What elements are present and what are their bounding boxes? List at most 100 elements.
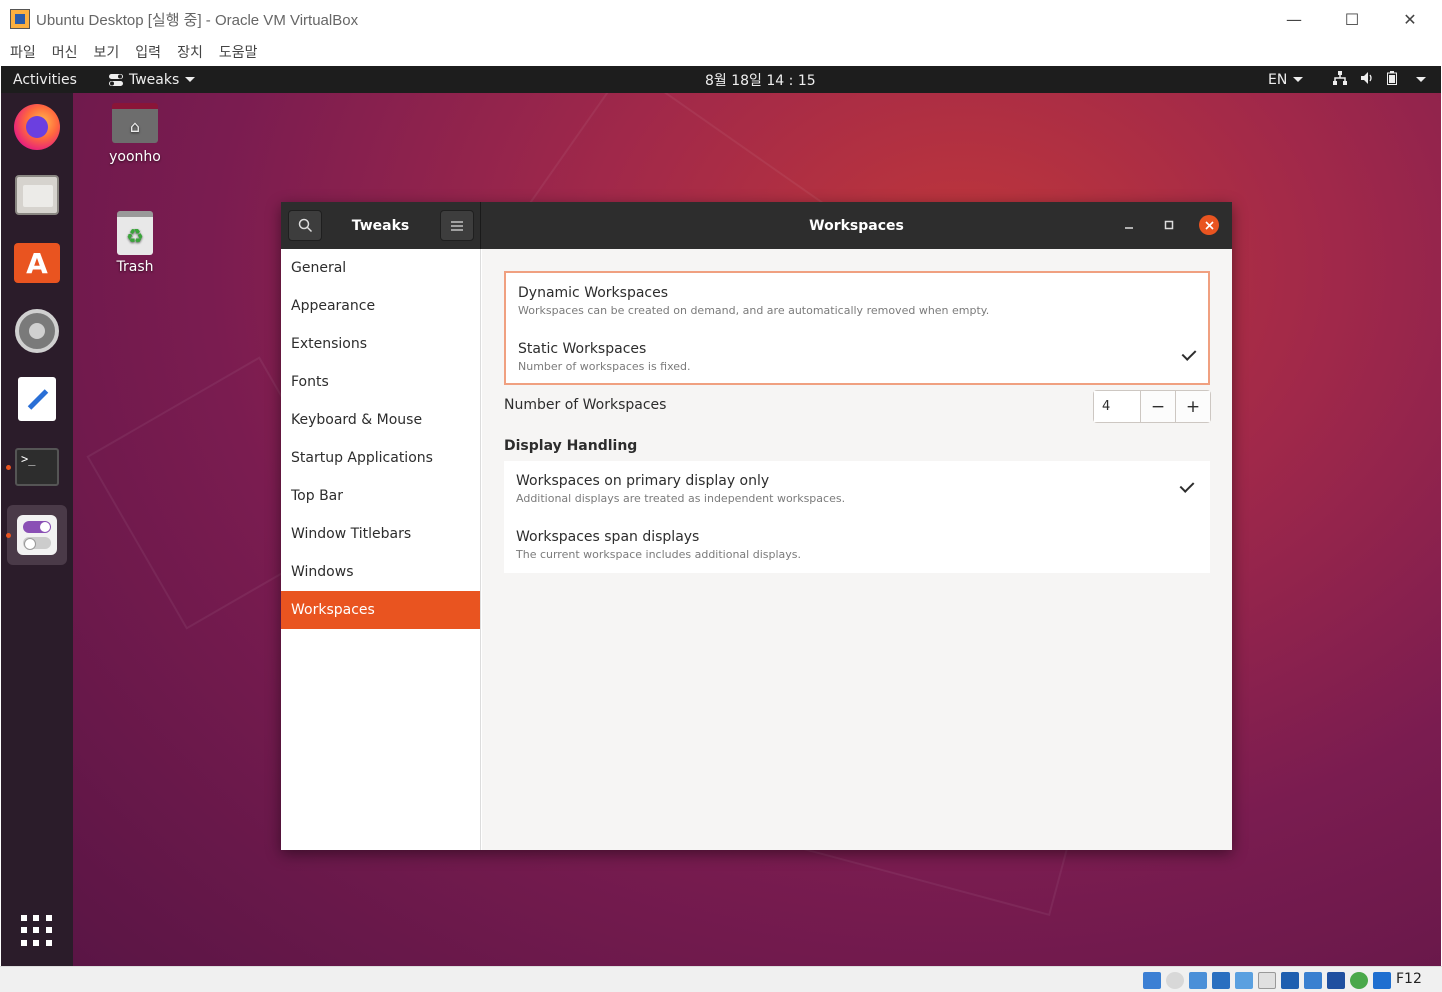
- hard-disk-icon[interactable]: [1143, 972, 1161, 989]
- vbox-menu-file[interactable]: 파일: [10, 42, 36, 62]
- number-of-workspaces-input[interactable]: [1094, 391, 1140, 422]
- dock-firefox[interactable]: [7, 97, 67, 157]
- usb-icon[interactable]: [1235, 972, 1253, 989]
- sidebar-item-workspaces[interactable]: Workspaces: [281, 591, 480, 629]
- vbox-menu-view[interactable]: 보기: [94, 42, 120, 62]
- desktop-icon-label: Trash: [116, 259, 154, 275]
- dock-terminal[interactable]: >_: [7, 437, 67, 497]
- option-title: Static Workspaces: [518, 341, 647, 357]
- vbox-menu-machine[interactable]: 머신: [52, 42, 78, 62]
- host-key-arrow-icon[interactable]: [1373, 972, 1391, 989]
- vbox-maximize-button[interactable]: ☐: [1323, 0, 1381, 38]
- option-static-workspaces[interactable]: Static Workspaces Number of workspaces i…: [518, 329, 1198, 385]
- decrement-button[interactable]: −: [1140, 391, 1175, 422]
- option-dynamic-workspaces[interactable]: Dynamic Workspaces Workspaces can be cre…: [518, 273, 1198, 329]
- window-minimize-button[interactable]: [1119, 215, 1139, 235]
- activities-button[interactable]: Activities: [13, 66, 77, 93]
- vbox-menu-input[interactable]: 입력: [135, 42, 161, 62]
- language-label: EN: [1268, 71, 1288, 88]
- sidebar-header: Tweaks: [281, 202, 481, 249]
- sidebar-item-windows[interactable]: Windows: [281, 553, 480, 591]
- close-icon: [1204, 220, 1214, 230]
- sidebar-item-startup-applications[interactable]: Startup Applications: [281, 439, 480, 477]
- running-indicator: [6, 465, 11, 470]
- vbox-close-button[interactable]: ✕: [1381, 0, 1439, 38]
- dock: A >_: [1, 93, 73, 966]
- sidebar-item-window-titlebars[interactable]: Window Titlebars: [281, 515, 480, 553]
- display-handling-list: Workspaces on primary display only Addit…: [504, 461, 1210, 573]
- search-button[interactable]: [288, 210, 322, 241]
- dock-settings[interactable]: [7, 301, 67, 361]
- software-store-icon: A: [14, 243, 60, 283]
- vbox-window-title: Ubuntu Desktop [실행 중] - Oracle VM Virtua…: [36, 11, 359, 29]
- tweaks-icon: [17, 515, 57, 555]
- display-icon[interactable]: [1281, 972, 1299, 989]
- sidebar-item-extensions[interactable]: Extensions: [281, 325, 480, 363]
- tweaks-window: Tweaks Workspaces General Appearance Ext…: [281, 202, 1232, 850]
- battery-icon: [1387, 70, 1397, 89]
- show-applications-button[interactable]: [21, 915, 53, 947]
- network-icon: [1333, 70, 1347, 89]
- optical-drive-icon[interactable]: [1166, 972, 1184, 989]
- option-primary-display-only[interactable]: Workspaces on primary display only Addit…: [516, 461, 1196, 517]
- tweaks-app-icon: [109, 73, 123, 87]
- virtualbox-app-icon: [10, 9, 30, 29]
- checkmark-icon: [1182, 347, 1198, 363]
- tweaks-sidebar: General Appearance Extensions Fonts Keyb…: [281, 249, 481, 850]
- window-close-button[interactable]: [1199, 215, 1219, 235]
- number-of-workspaces-label: Number of Workspaces: [504, 397, 667, 413]
- hamburger-icon: [451, 220, 463, 231]
- virtualization-icon[interactable]: [1327, 972, 1345, 989]
- chevron-down-icon: [1416, 77, 1426, 82]
- sidebar-item-appearance[interactable]: Appearance: [281, 287, 480, 325]
- files-icon: [15, 175, 59, 215]
- sidebar-item-fonts[interactable]: Fonts: [281, 363, 480, 401]
- audio-icon[interactable]: [1189, 972, 1207, 989]
- video-capture-icon[interactable]: [1304, 972, 1322, 989]
- network-adapter-icon[interactable]: [1212, 972, 1230, 989]
- vbox-menu-devices[interactable]: 장치: [177, 42, 203, 62]
- firefox-icon: [14, 104, 60, 150]
- input-language-menu[interactable]: EN: [1268, 66, 1304, 93]
- hamburger-menu-button[interactable]: [440, 210, 474, 241]
- app-menu-tweaks[interactable]: Tweaks: [109, 66, 196, 93]
- system-tray[interactable]: [1333, 66, 1426, 93]
- vbox-minimize-button[interactable]: —: [1265, 0, 1323, 38]
- chevron-down-icon: [1293, 77, 1304, 82]
- dock-text-editor[interactable]: [7, 369, 67, 429]
- vbox-menubar: 파일 머신 보기 입력 장치 도움말: [0, 38, 1442, 66]
- sidebar-item-top-bar[interactable]: Top Bar: [281, 477, 480, 515]
- app-menu-label: Tweaks: [129, 71, 180, 88]
- search-icon: [298, 218, 312, 233]
- workspace-mode-list: Dynamic Workspaces Workspaces can be cre…: [504, 271, 1210, 385]
- clock[interactable]: 8월 18일 14 : 15: [705, 66, 816, 93]
- sidebar-item-keyboard-mouse[interactable]: Keyboard & Mouse: [281, 401, 480, 439]
- shared-folders-icon[interactable]: [1258, 972, 1276, 989]
- terminal-icon: >_: [15, 448, 59, 486]
- workspaces-panel: Dynamic Workspaces Workspaces can be cre…: [482, 249, 1232, 850]
- dock-software[interactable]: A: [7, 233, 67, 293]
- desktop-icon-home[interactable]: ⌂ yoonho: [95, 103, 175, 165]
- sidebar-item-general[interactable]: General: [281, 249, 480, 287]
- settings-gear-icon: [15, 309, 59, 353]
- option-span-displays[interactable]: Workspaces span displays The current wor…: [516, 517, 1196, 573]
- sidebar-title: Tweaks: [351, 217, 410, 234]
- guest-additions-icon[interactable]: [1350, 972, 1368, 989]
- increment-button[interactable]: +: [1175, 391, 1210, 422]
- option-title: Workspaces span displays: [516, 529, 700, 545]
- dock-tweaks[interactable]: [7, 505, 67, 565]
- tweaks-header-bar: Tweaks Workspaces: [281, 202, 1232, 249]
- window-maximize-button[interactable]: [1159, 215, 1179, 235]
- text-editor-icon: [18, 377, 56, 421]
- vbox-menu-help[interactable]: 도움말: [219, 42, 258, 62]
- dock-files[interactable]: [7, 165, 67, 225]
- option-subtitle: Number of workspaces is fixed.: [518, 360, 691, 373]
- option-title: Workspaces on primary display only: [516, 473, 770, 489]
- chevron-down-icon: [185, 77, 196, 82]
- volume-icon: [1360, 71, 1374, 89]
- maximize-icon: [1164, 220, 1174, 230]
- desktop-icon-trash[interactable]: ♻ Trash: [95, 211, 175, 275]
- ubuntu-top-bar: Activities Tweaks 8월 18일 14 : 15 EN: [1, 66, 1441, 93]
- host-key-label: F12: [1396, 971, 1422, 987]
- option-title: Dynamic Workspaces: [518, 285, 669, 301]
